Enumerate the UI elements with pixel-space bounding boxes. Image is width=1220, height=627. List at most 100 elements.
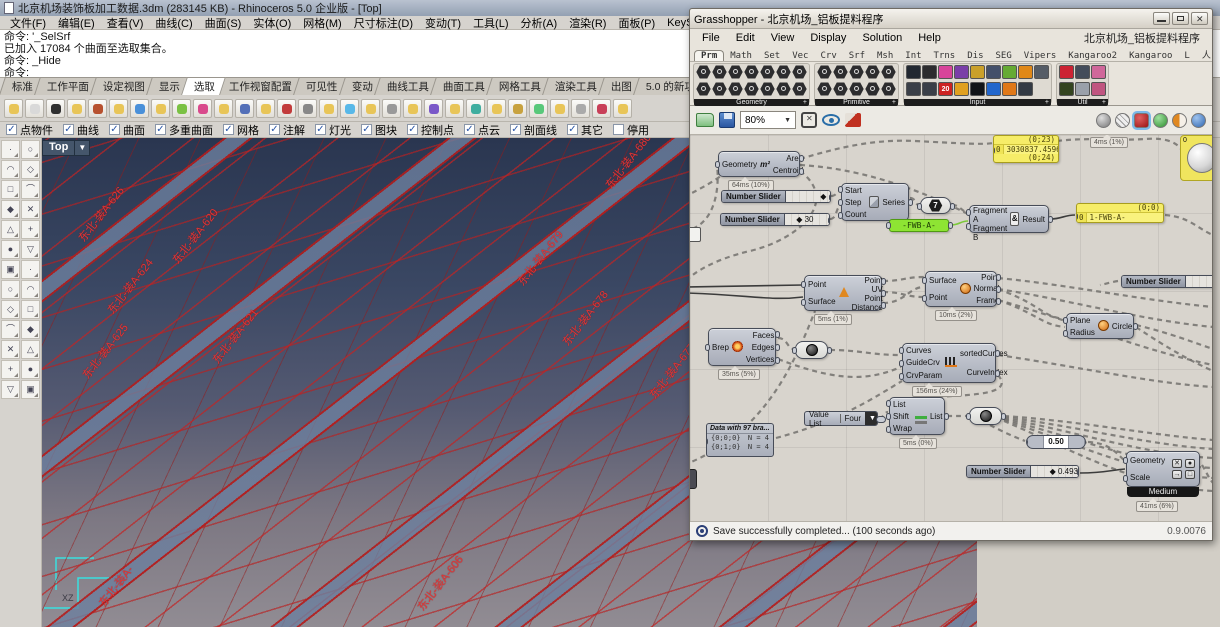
port-nub[interactable]: [1123, 475, 1128, 482]
toolbar-icon[interactable]: [172, 99, 191, 118]
gh-component-series[interactable]: StartStepCountSeries: [841, 183, 909, 221]
sidebar-tool-icon[interactable]: ▣: [1, 260, 20, 279]
port-nub[interactable]: [829, 194, 831, 201]
ribbon-icon[interactable]: [817, 82, 832, 96]
toolbar-icon[interactable]: [592, 99, 611, 118]
input-port-Plane[interactable]: Plane: [1070, 316, 1095, 325]
preview-half-icon[interactable]: [1172, 113, 1187, 128]
input-port-Brep[interactable]: Brep: [712, 343, 729, 352]
ribbon-icon[interactable]: [744, 82, 759, 96]
ribbon-icon[interactable]: [849, 82, 864, 96]
gh-tab-L[interactable]: L: [1178, 51, 1195, 61]
input-port-Start[interactable]: Start: [845, 186, 866, 195]
port-nub[interactable]: [1133, 323, 1138, 330]
preview-blue-icon[interactable]: [1191, 113, 1206, 128]
port-nub[interactable]: [886, 426, 891, 433]
filter-checkbox-点物件[interactable]: ✓点物件: [6, 122, 53, 138]
sidebar-tool-icon[interactable]: ·: [1, 140, 20, 159]
gh-value-list[interactable]: Value ListFour▼: [804, 411, 878, 426]
knob-sphere[interactable]: [1187, 143, 1212, 173]
ribbon-icon[interactable]: [792, 82, 807, 96]
sidebar-tool-icon[interactable]: ▽: [21, 240, 40, 259]
menu-item[interactable]: 曲面(S): [199, 15, 248, 31]
toolbar-tab[interactable]: 工作视窗配置: [216, 77, 303, 95]
gh-integer-param[interactable]: 7: [920, 197, 951, 214]
sidebar-tool-icon[interactable]: △: [1, 220, 20, 239]
toolbar-icon[interactable]: [466, 99, 485, 118]
checkbox-icon[interactable]: ✓: [407, 124, 418, 135]
sidebar-tool-icon[interactable]: +: [1, 360, 20, 379]
viewport-title-button[interactable]: Top ▼: [42, 140, 90, 156]
close-button[interactable]: ✕: [1191, 12, 1208, 25]
toolbar-icon[interactable]: [487, 99, 506, 118]
gh-component-concatenate[interactable]: Fragment AFragment B&Result: [969, 205, 1049, 233]
ribbon-icon[interactable]: [1075, 65, 1090, 79]
output-port-Faces[interactable]: Faces: [746, 331, 774, 340]
gh-tab-人[interactable]: 人: [1196, 48, 1217, 61]
output-port-Series[interactable]: Series: [882, 198, 905, 207]
ribbon-icon[interactable]: [849, 65, 864, 79]
checkbox-icon[interactable]: ✓: [269, 124, 280, 135]
filter-checkbox-注解[interactable]: ✓注解: [269, 122, 305, 138]
port-nub[interactable]: [881, 278, 886, 285]
port-nub[interactable]: [996, 274, 1001, 281]
gh-menu-item[interactable]: View: [763, 32, 803, 44]
minimize-button[interactable]: [1153, 12, 1170, 25]
gh-menu-item[interactable]: File: [694, 32, 728, 44]
gh-canvas[interactable]: Geometrym²AreaCentroid64ms (10%)Number S…: [690, 135, 1212, 521]
filter-checkbox-曲面[interactable]: ✓曲面: [109, 122, 145, 138]
toolbar-icon[interactable]: [298, 99, 317, 118]
toolbar-icon[interactable]: [550, 99, 569, 118]
port-nub[interactable]: [1001, 413, 1006, 420]
menu-item[interactable]: 文件(F): [4, 15, 52, 31]
input-port-Geometry[interactable]: Geometry: [1130, 456, 1165, 465]
ribbon-group-expand-icon[interactable]: +: [892, 99, 896, 106]
slider-value[interactable]: ◆: [820, 191, 826, 202]
sidebar-tool-icon[interactable]: ●: [21, 360, 40, 379]
input-port-Point[interactable]: Point: [929, 293, 957, 302]
toolbar-icon[interactable]: [214, 99, 233, 118]
ribbon-icon[interactable]: [1059, 82, 1074, 96]
port-nub[interactable]: [799, 168, 804, 175]
ribbon-icon[interactable]: [906, 82, 921, 96]
viewport-title[interactable]: Top: [42, 140, 75, 156]
sidebar-tool-icon[interactable]: ◇: [1, 300, 20, 319]
checkbox-icon[interactable]: ✓: [315, 124, 326, 135]
toolbar-icon[interactable]: [256, 99, 275, 118]
toolbar-icon[interactable]: [319, 99, 338, 118]
filter-checkbox-控制点[interactable]: ✓控制点: [407, 122, 454, 138]
port-nub[interactable]: [966, 209, 971, 216]
toolbar-icon[interactable]: [4, 99, 23, 118]
port-nub[interactable]: [995, 350, 1000, 357]
zoom-extents-icon[interactable]: [801, 112, 817, 128]
output-port-List[interactable]: List: [930, 412, 942, 421]
gh-menu-item[interactable]: Help: [910, 32, 949, 44]
menu-item[interactable]: 查看(V): [101, 15, 150, 31]
numbox-value[interactable]: 0.50: [1044, 436, 1068, 448]
toolbar-icon[interactable]: [613, 99, 632, 118]
port-nub[interactable]: [886, 413, 891, 420]
output-port-Circle[interactable]: Circle: [1112, 322, 1132, 331]
toolbar-icon[interactable]: [361, 99, 380, 118]
menu-item[interactable]: 变动(T): [419, 15, 467, 31]
ribbon-icon[interactable]: [792, 65, 807, 79]
gh-component-deconstruct-brep[interactable]: BrepFacesEdgesVertices: [708, 328, 776, 366]
ribbon-icon[interactable]: [728, 65, 743, 79]
sidebar-tool-icon[interactable]: △: [21, 340, 40, 359]
menu-item[interactable]: 曲线(C): [149, 15, 198, 31]
ribbon-group-expand-icon[interactable]: +: [803, 99, 807, 106]
toolbar-icon[interactable]: [571, 99, 590, 118]
ribbon-icon[interactable]: [1018, 82, 1033, 96]
viewport-title-dropdown-icon[interactable]: ▼: [75, 140, 90, 156]
output-port-sortedCurves[interactable]: sortedCurves: [960, 349, 1008, 358]
gh-text-panel-fragment[interactable]: -FWB-A-: [889, 219, 949, 232]
checkbox-icon[interactable]: ✓: [155, 124, 166, 135]
filter-checkbox-灯光[interactable]: ✓灯光: [315, 122, 351, 138]
ribbon-icon[interactable]: [1002, 82, 1017, 96]
save-file-icon[interactable]: [719, 112, 735, 128]
port-nub[interactable]: [715, 161, 720, 168]
toolbar-icon[interactable]: [340, 99, 359, 118]
checkbox-icon[interactable]: [613, 124, 624, 135]
output-port-UV Point[interactable]: UV Point: [852, 285, 883, 303]
gh-component-sort-curves[interactable]: CurvesGuideCrvCrvParamsortedCurvesCurveI…: [902, 343, 996, 383]
